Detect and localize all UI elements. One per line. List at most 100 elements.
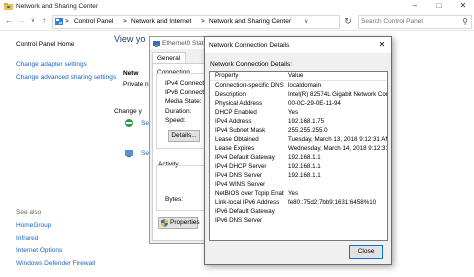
control-panel-icon (55, 18, 63, 27)
recent-chevron-icon[interactable]: ∨ (28, 15, 38, 27)
row-value: fe80::75d2:7bb9:1631:6458%10 (288, 199, 377, 207)
row-property: Physical Address (215, 99, 263, 107)
breadcrumb-sep: > (65, 18, 69, 25)
table-row[interactable]: Lease Expires Wednesday, March 14, 2018 9… (210, 145, 387, 153)
row-value: Wednesday, March 14, 2018 9:12:31 AM (288, 144, 387, 152)
table-row[interactable]: IPv4 WINS Server (210, 181, 387, 189)
table-row[interactable]: Connection-specific DNS ... localdomain (210, 82, 387, 90)
row-value: 192.168.1.1 (288, 162, 321, 170)
internet-options-link[interactable]: Internet Options (16, 247, 62, 254)
bytes-label: Bytes: (165, 196, 184, 203)
troubleshoot-icon (124, 148, 134, 160)
table-row[interactable]: IPv6 DNS Server (210, 217, 387, 225)
details-button[interactable]: Details... (168, 130, 200, 142)
row-property: IPv4 WINS Server (215, 181, 266, 189)
column-header-property[interactable]: Property (215, 72, 284, 80)
table-row[interactable]: Physical Address 00-0C-29-0E-11-94 (210, 100, 387, 108)
see-also-header: See also (16, 209, 42, 216)
table-row[interactable]: IPv6 Default Gateway (210, 208, 387, 216)
details-title-bar: Network Connection Details ✕ (205, 37, 391, 53)
close-window-button[interactable]: ✕ (452, 0, 474, 13)
details-list[interactable]: Property Value Connection-specific DNS .… (209, 71, 388, 241)
breadcrumb-network-and-internet[interactable]: Network and Internet (131, 18, 191, 25)
details-group-label: Network Connection Details: (210, 61, 293, 68)
table-row[interactable]: Description Intel(R) 82574L Gigabit Netwo… (210, 91, 387, 99)
breadcrumb-dropdown-icon[interactable]: ∨ (304, 18, 308, 25)
row-property: IPv6 Default Gateway (215, 208, 275, 216)
breadcrumb-network-and-sharing-center[interactable]: Network and Sharing Center (209, 18, 291, 25)
details-button-label: Details... (171, 132, 197, 139)
windows-defender-firewall-link[interactable]: Windows Defender Firewall (16, 260, 95, 267)
duration-label: Duration: (165, 108, 192, 115)
change-adapter-settings-link[interactable]: Change adapter settings (16, 61, 87, 68)
breadcrumb[interactable]: > Control Panel > Network and Internet >… (52, 15, 340, 29)
minimize-button[interactable]: – (404, 0, 426, 13)
control-panel-home-link[interactable]: Control Panel Home (16, 41, 75, 48)
row-value: Yes (288, 108, 299, 116)
title-bar: Network and Sharing Center – □ ✕ (0, 0, 474, 14)
maximize-button[interactable]: □ (428, 0, 450, 13)
search-box[interactable]: ⚲ (358, 15, 472, 29)
close-icon[interactable]: ✕ (373, 37, 391, 53)
infrared-link[interactable]: Infrared (16, 235, 38, 242)
table-row[interactable]: DHCP Enabled Yes (210, 109, 387, 117)
row-property: IPv4 Default Gateway (215, 153, 275, 161)
table-row[interactable]: Link-local IPv6 Address fe80::75d2:7bb9:1… (210, 199, 387, 207)
row-value: 192.168.1.1 (288, 153, 321, 161)
close-button[interactable]: Close (349, 245, 383, 259)
window-title: Network and Sharing Center (16, 3, 99, 10)
back-arrow-icon[interactable]: ← (4, 15, 14, 27)
address-bar-row: ← → ∨ ↑ > Control Panel > Network and In… (0, 13, 474, 31)
row-property: IPv4 Address (215, 117, 252, 125)
row-property: IPv4 Subnet Mask (215, 126, 266, 134)
row-property: NetBIOS over Tcpip Enab... (215, 190, 284, 198)
row-value: Tuesday, March 13, 2018 9:12:31 AM (288, 135, 387, 143)
row-value: 192.168.1.75 (288, 117, 325, 125)
row-property: Lease Obtained (215, 135, 259, 143)
row-value (288, 181, 387, 189)
network-connection-details-dialog: Network Connection Details ✕ Network Con… (204, 36, 392, 265)
change-advanced-sharing-link[interactable]: Change advanced sharing settings (16, 73, 136, 82)
breadcrumb-control-panel[interactable]: Control Panel (74, 18, 113, 25)
network-type: Private n (123, 81, 149, 88)
network-name: Netw (123, 70, 139, 77)
row-property: Description (215, 90, 246, 98)
row-property: IPv6 DNS Server (215, 217, 263, 225)
table-row[interactable]: Lease Obtained Tuesday, March 13, 2018 9:… (210, 136, 387, 144)
table-row[interactable]: IPv4 Subnet Mask 255.255.255.0 (210, 127, 387, 135)
row-value: 192.168.1.1 (288, 172, 321, 179)
network-setup-icon (124, 118, 134, 130)
row-property: Lease Expires (215, 144, 255, 152)
search-icon[interactable]: ⚲ (462, 17, 468, 26)
page-heading: View yo (114, 34, 146, 44)
row-value: 00-0C-29-0E-11-94 (288, 99, 341, 107)
table-row[interactable]: IPv4 Address 192.168.1.75 (210, 118, 387, 126)
troubleshoot-link[interactable]: Se (141, 150, 149, 157)
search-input[interactable] (361, 17, 451, 26)
row-value (288, 208, 387, 216)
properties-button[interactable]: Properties (158, 217, 200, 229)
row-property: IPv4 DHCP Server (215, 162, 267, 170)
media-state-label: Media State: (165, 98, 202, 105)
row-value: 255.255.255.0 (288, 126, 328, 134)
table-row[interactable]: NetBIOS over Tcpip Enab... Yes (210, 190, 387, 198)
table-row[interactable]: IPv4 DHCP Server 192.168.1.1 (210, 163, 387, 171)
close-button-label: Close (357, 248, 375, 255)
network-folder-icon (4, 3, 13, 10)
row-value: localdomain (288, 81, 322, 89)
change-settings-heading: Change y (114, 108, 142, 115)
table-row[interactable]: IPv4 Default Gateway 192.168.1.1 (210, 154, 387, 162)
refresh-icon[interactable]: ↻ (343, 15, 353, 27)
table-row[interactable]: IPv4 DNS Server 192.168.1.1 (210, 172, 387, 180)
breadcrumb-sep: > (201, 18, 205, 25)
forward-arrow-icon[interactable]: → (16, 15, 26, 27)
setup-connection-link[interactable]: Se (141, 120, 149, 127)
up-arrow-icon[interactable]: ↑ (39, 15, 49, 27)
row-value (288, 217, 387, 225)
breadcrumb-sep: > (123, 18, 127, 25)
column-header-value[interactable]: Value (288, 72, 387, 80)
row-value: Intel(R) 82574L Gigabit Network Connecti… (288, 90, 387, 98)
details-title: Network Connection Details (209, 42, 290, 49)
properties-button-label: Properties (170, 219, 200, 226)
homegroup-link[interactable]: HomeGroup (16, 222, 51, 229)
